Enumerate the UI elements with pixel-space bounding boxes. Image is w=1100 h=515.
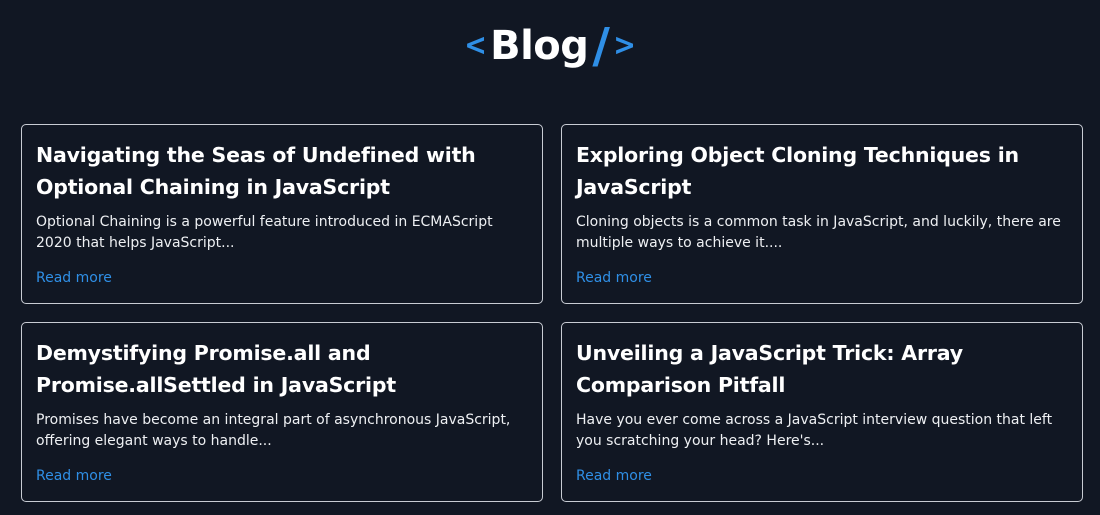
read-more-link[interactable]: Read more bbox=[576, 270, 652, 286]
post-card: Demystifying Promise.all and Promise.all… bbox=[21, 322, 543, 502]
posts-grid: Navigating the Seas of Undefined with Op… bbox=[21, 124, 1083, 502]
blog-page: < Blog / > Navigating the Seas of Undefi… bbox=[0, 0, 1100, 515]
read-more-link[interactable]: Read more bbox=[36, 468, 112, 484]
logo-text: Blog bbox=[490, 23, 589, 69]
post-excerpt: Optional Chaining is a powerful feature … bbox=[36, 214, 493, 251]
read-more-link[interactable]: Read more bbox=[36, 270, 112, 286]
post-title[interactable]: Unveiling a JavaScript Trick: Array Comp… bbox=[576, 337, 1068, 401]
logo-right-bracket: > bbox=[613, 28, 636, 63]
post-title[interactable]: Demystifying Promise.all and Promise.all… bbox=[36, 337, 528, 401]
post-excerpt: Have you ever come across a JavaScript i… bbox=[576, 412, 1053, 449]
blog-logo: < Blog / > bbox=[0, 18, 1100, 74]
read-more-link[interactable]: Read more bbox=[576, 468, 652, 484]
post-title[interactable]: Navigating the Seas of Undefined with Op… bbox=[36, 139, 528, 203]
post-card: Exploring Object Cloning Techniques in J… bbox=[561, 124, 1083, 304]
post-excerpt: Cloning objects is a common task in Java… bbox=[576, 214, 1061, 251]
logo-left-bracket: < bbox=[464, 28, 487, 63]
post-card: Navigating the Seas of Undefined with Op… bbox=[21, 124, 543, 304]
post-excerpt: Promises have become an integral part of… bbox=[36, 412, 511, 449]
logo-slash: / bbox=[592, 18, 610, 74]
post-title[interactable]: Exploring Object Cloning Techniques in J… bbox=[576, 139, 1068, 203]
post-card: Unveiling a JavaScript Trick: Array Comp… bbox=[561, 322, 1083, 502]
